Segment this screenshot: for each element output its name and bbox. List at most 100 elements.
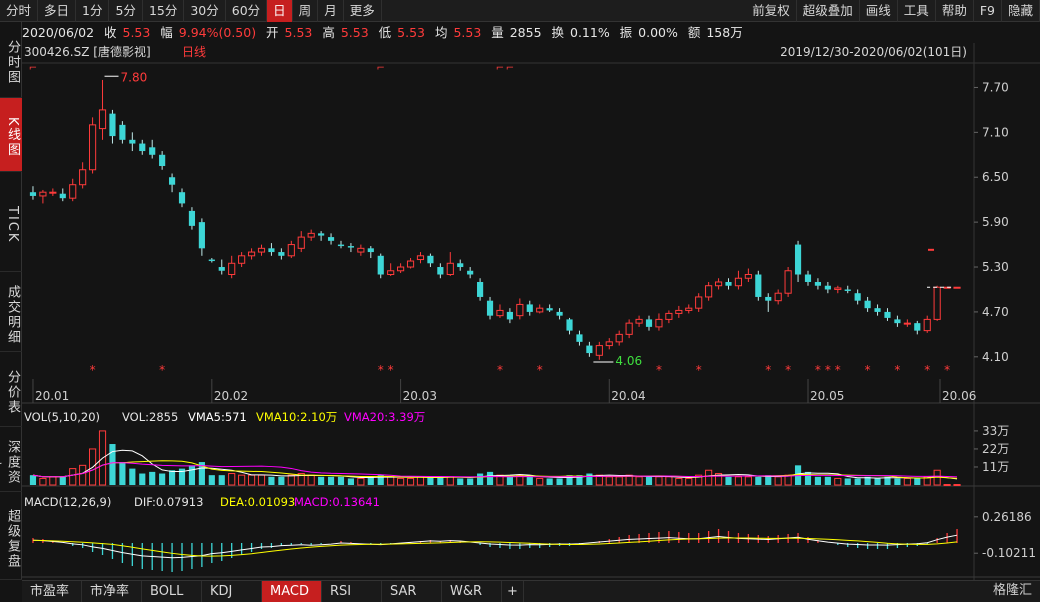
candle-body bbox=[238, 255, 246, 264]
volume-bar bbox=[387, 476, 395, 486]
candle-body bbox=[894, 319, 901, 324]
volume-bar bbox=[685, 477, 693, 486]
candle-body bbox=[168, 177, 176, 185]
period-tab-2[interactable]: 1分 bbox=[76, 0, 110, 22]
candle-body bbox=[159, 154, 166, 167]
macd-tick-label: -0.10211 bbox=[982, 546, 1036, 560]
toolbar-item-2[interactable]: 画线 bbox=[860, 0, 898, 22]
close-label: 收 bbox=[104, 25, 117, 40]
event-star: * bbox=[90, 363, 96, 377]
period-tab-5[interactable]: 30分 bbox=[184, 0, 226, 22]
volume-bar bbox=[238, 474, 246, 486]
candle-body bbox=[953, 286, 961, 289]
indicator-tab-1[interactable]: 市净率 bbox=[82, 581, 142, 602]
volume-bar bbox=[655, 476, 663, 486]
volume-bar bbox=[188, 465, 196, 485]
y-tick-label: 4.10 bbox=[982, 350, 1009, 364]
amplitude-value: 0.00% bbox=[638, 25, 678, 40]
left-tab-0[interactable]: 分时图 bbox=[0, 22, 22, 98]
volume-bar bbox=[168, 470, 176, 485]
toolbar-item-4[interactable]: 帮助 bbox=[936, 0, 974, 22]
period-tab-6[interactable]: 60分 bbox=[226, 0, 268, 22]
volume-bar bbox=[943, 484, 951, 487]
volume-bar bbox=[109, 444, 116, 485]
dif-value: DIF:0.07913 bbox=[134, 495, 203, 509]
volume-bar bbox=[734, 476, 743, 486]
volume-bar bbox=[506, 476, 513, 485]
indicator-tab-2[interactable]: BOLL bbox=[142, 581, 202, 602]
candle-body bbox=[774, 292, 782, 302]
event-star: * bbox=[497, 363, 503, 377]
period-tab-0[interactable]: 分时 bbox=[0, 0, 39, 22]
volume-bar bbox=[914, 478, 921, 485]
volume-bar bbox=[586, 473, 593, 485]
indicator-tab-3[interactable]: KDJ bbox=[202, 581, 262, 602]
toolbar-item-6[interactable]: 隐藏 bbox=[1002, 0, 1040, 22]
period-tab-1[interactable]: 多日 bbox=[38, 0, 77, 22]
candle-body bbox=[804, 274, 812, 282]
indicator-tab-0[interactable]: 市盈率 bbox=[22, 581, 82, 602]
toolbar-item-5[interactable]: F9 bbox=[974, 0, 1002, 22]
candle-body bbox=[526, 304, 533, 312]
y-tick-label: 5.30 bbox=[982, 260, 1009, 274]
volume-bar bbox=[79, 464, 87, 486]
vma10-value: VMA10:2.10万 bbox=[256, 410, 337, 424]
volume-bar bbox=[675, 477, 683, 486]
event-flag: ⌐ bbox=[29, 63, 37, 74]
candle-body bbox=[705, 285, 713, 298]
indicator-tab-7[interactable]: W&R bbox=[442, 581, 502, 602]
candle-body bbox=[605, 341, 613, 347]
candle-body bbox=[615, 333, 623, 343]
vol-label: VOL(5,10,20) bbox=[24, 410, 100, 424]
volume-bar bbox=[705, 469, 713, 486]
left-tab-2[interactable]: TICK bbox=[0, 172, 22, 272]
candle-body bbox=[29, 192, 37, 196]
indicator-tab-4[interactable]: MACD bbox=[262, 581, 322, 602]
candle-body bbox=[486, 300, 494, 316]
toolbar-item-0[interactable]: 前复权 bbox=[746, 0, 797, 22]
candle-body bbox=[287, 244, 295, 257]
open-value: 5.53 bbox=[284, 25, 313, 40]
left-tab-5[interactable]: 深度资料 bbox=[0, 427, 22, 492]
volume-bar bbox=[437, 476, 444, 485]
indicator-tab-8[interactable]: + bbox=[502, 581, 524, 602]
candle-body bbox=[586, 345, 593, 354]
left-tab-6[interactable]: 超级复盘 bbox=[0, 492, 22, 580]
period-tab-8[interactable]: 周 bbox=[293, 0, 319, 22]
period-tab-7[interactable]: 日 bbox=[267, 0, 293, 22]
event-star: * bbox=[656, 363, 662, 377]
candle-body bbox=[725, 281, 732, 286]
low-value: 5.53 bbox=[397, 25, 425, 40]
volume-bar bbox=[357, 477, 365, 486]
volume-bar bbox=[149, 471, 156, 485]
period-tab-3[interactable]: 5分 bbox=[109, 0, 143, 22]
volume-value: 2855 bbox=[509, 25, 542, 40]
indicator-tab-6[interactable]: SAR bbox=[382, 581, 442, 602]
candle-body bbox=[506, 311, 513, 320]
candle-body bbox=[257, 247, 266, 253]
indicator-tab-5[interactable]: RSI bbox=[322, 581, 382, 602]
event-star: * bbox=[924, 363, 930, 377]
left-tab-3[interactable]: 成交明细 bbox=[0, 272, 22, 352]
volume-bar bbox=[824, 476, 831, 485]
toolbar-item-3[interactable]: 工具 bbox=[898, 0, 936, 22]
volume-label: 量 bbox=[491, 25, 504, 40]
period-tab-9[interactable]: 月 bbox=[318, 0, 344, 22]
candle-body bbox=[457, 263, 464, 268]
left-tab-4[interactable]: 分价表 bbox=[0, 352, 22, 427]
candle-body bbox=[496, 309, 504, 317]
macd-value: MACD:0.13641 bbox=[294, 495, 380, 509]
volume-bar bbox=[69, 468, 77, 486]
volume-bar bbox=[208, 475, 215, 485]
kline-chart[interactable]: 300426.SZ [唐德影视] 日线 2019/12/30-2020/06/02(… bbox=[22, 43, 1040, 580]
period-tab-4[interactable]: 15分 bbox=[143, 0, 185, 22]
period-tab-10[interactable]: 更多 bbox=[344, 0, 382, 22]
toolbar-item-1[interactable]: 超级叠加 bbox=[797, 0, 860, 22]
left-tab-1[interactable]: K线图 bbox=[0, 98, 22, 172]
candle-body bbox=[675, 309, 683, 314]
volume-bar bbox=[416, 476, 425, 486]
stock-title: 300426.SZ [唐德影视] bbox=[24, 44, 151, 59]
x-tick-label: 20.03 bbox=[403, 389, 437, 403]
candle-body bbox=[755, 274, 762, 297]
high-value: 5.53 bbox=[340, 25, 369, 40]
